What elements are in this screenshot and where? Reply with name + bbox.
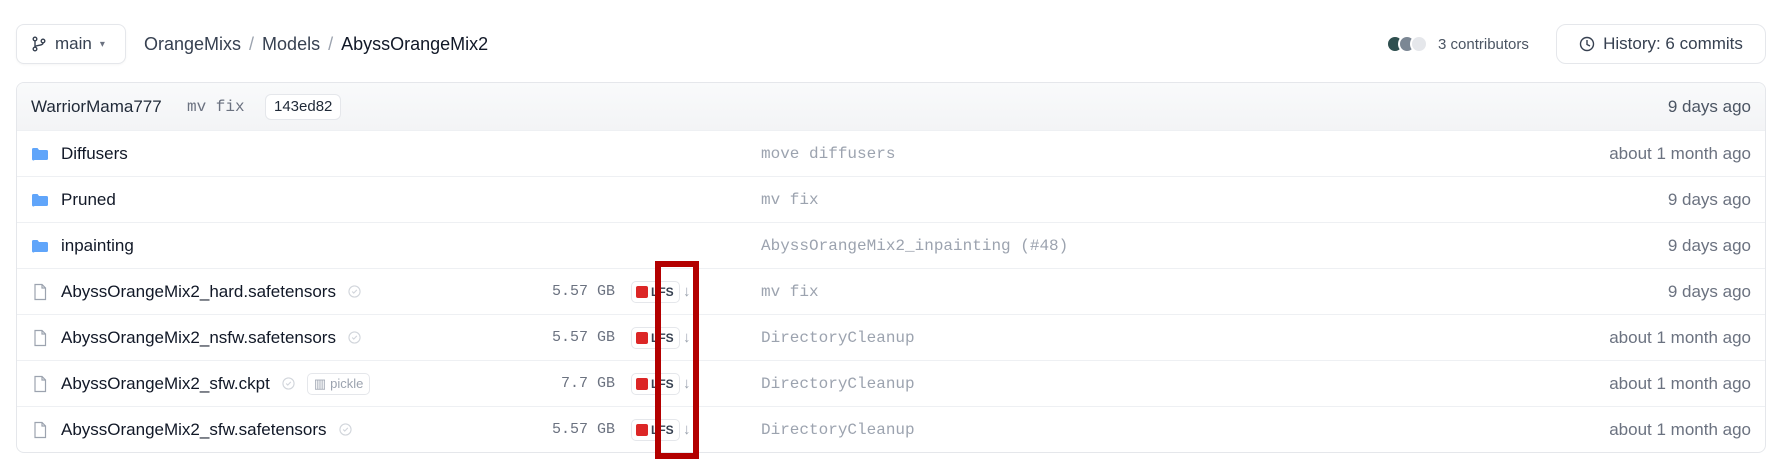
clock-icon [1579,36,1595,52]
lfs-label: LFS [651,284,674,299]
verified-icon [338,423,352,436]
folder-icon [31,193,48,206]
file-name-cell[interactable]: AbyssOrangeMix2_sfw.ckpt ▥ pickle [31,372,371,395]
download-icon[interactable]: ↓ [683,421,691,438]
folder-icon [31,239,48,252]
branch-name: main [55,34,92,53]
file-name: AbyssOrangeMix2_sfw.ckpt [61,373,270,393]
row-time: about 1 month ago [1609,327,1751,347]
file-icon [34,329,47,346]
folder-name: Pruned [61,189,116,209]
lfs-icon [636,331,648,344]
table-row-pruned[interactable]: Pruned mv fix 9 days ago [17,176,1765,222]
commit-time: 9 days ago [1667,96,1751,116]
file-icon [34,421,47,438]
branch-icon [32,36,46,52]
folder-name-cell[interactable]: Diffusers [31,144,128,164]
download-icon[interactable]: ↓ [683,329,691,346]
row-commit-message[interactable]: DirectoryCleanup [761,329,915,347]
contributors-count: 3 contributors [1438,35,1529,53]
file-name-cell[interactable]: AbyssOrangeMix2_nsfw.safetensors [31,328,361,348]
file-table: WarriorMama777 mv fix 143ed82 9 days ago… [16,82,1766,453]
download-icon[interactable]: ↓ [683,283,691,300]
lfs-icon [636,423,648,436]
download-icon[interactable]: ↓ [683,375,691,392]
commit-hash[interactable]: 143ed82 [265,93,342,120]
verified-icon [282,377,295,390]
row-commit-message[interactable]: DirectoryCleanup [761,375,915,393]
table-row-sfw-ckpt[interactable]: AbyssOrangeMix2_sfw.ckpt ▥ pickle 7.7 GB … [17,360,1765,406]
commit-author[interactable]: WarriorMama777 [31,97,162,117]
row-time: about 1 month ago [1609,419,1751,439]
lfs-label: LFS [651,330,674,345]
breadcrumb: OrangeMixs / Models / AbyssOrangeMix2 [144,24,488,64]
folder-name: Diffusers [61,143,128,163]
file-name: AbyssOrangeMix2_sfw.safetensors [61,419,327,439]
verified-icon [348,285,361,298]
lfs-icon [636,285,648,298]
row-time: 9 days ago [1667,189,1751,209]
file-name: AbyssOrangeMix2_nsfw.safetensors [61,327,336,347]
lfs-badge: LFS [631,326,680,349]
file-size: 7.7 GB [560,375,615,392]
row-time: 9 days ago [1667,235,1751,255]
pickle-icon: ▥ [313,375,327,391]
pickle-label: pickle [330,376,364,391]
pickle-badge[interactable]: ▥ pickle [306,372,371,395]
contributor-avatars [1386,35,1428,53]
commit-message[interactable]: mv fix [187,98,245,116]
row-commit-message[interactable]: DirectoryCleanup [761,421,915,439]
table-row-inpainting[interactable]: inpainting AbyssOrangeMix2_inpainting (#… [17,222,1765,268]
row-commit-message[interactable]: AbyssOrangeMix2_inpainting (#48) [761,237,1068,255]
chevron-down-icon: ▾ [99,38,105,50]
breadcrumb-separator: / [249,33,255,54]
file-icon [34,283,47,300]
file-icon [34,375,47,392]
contributors-link[interactable]: 3 contributors [1386,24,1529,64]
table-row-nsfw-safetensors[interactable]: AbyssOrangeMix2_nsfw.safetensors 5.57 GB… [17,314,1765,360]
branch-selector-button[interactable]: main ▾ [16,24,126,64]
row-time: about 1 month ago [1609,143,1751,163]
verified-icon [348,331,361,344]
table-row-hard-safetensors[interactable]: AbyssOrangeMix2_hard.safetensors 5.57 GB… [17,268,1765,314]
repo-topbar: main ▾ OrangeMixs / Models / AbyssOrange… [16,24,1766,64]
breadcrumb-orangemixs[interactable]: OrangeMixs [144,34,241,55]
lfs-badge: LFS [631,372,680,395]
file-name-cell[interactable]: AbyssOrangeMix2_sfw.safetensors [31,420,352,440]
lfs-badge: LFS [631,418,680,441]
row-time: about 1 month ago [1609,373,1751,393]
history-button[interactable]: History: 6 commits [1556,24,1766,64]
row-commit-message[interactable]: mv fix [761,283,819,301]
lfs-icon [636,377,648,390]
row-commit-message[interactable]: move diffusers [761,145,895,163]
file-size: 5.57 GB [551,283,615,300]
file-size: 5.57 GB [551,329,615,346]
file-name: AbyssOrangeMix2_hard.safetensors [61,281,336,301]
avatar [1410,35,1428,53]
folder-name: inpainting [61,235,134,255]
breadcrumb-separator: / [328,33,334,54]
breadcrumb-abyssorangemix2[interactable]: AbyssOrangeMix2 [341,34,488,55]
breadcrumb-models[interactable]: Models [262,34,320,55]
file-size: 5.57 GB [551,421,615,438]
lfs-label: LFS [651,422,674,437]
history-label: History: 6 commits [1603,34,1743,53]
table-row-diffusers[interactable]: Diffusers move diffusers about 1 month a… [17,130,1765,176]
file-name-cell[interactable]: AbyssOrangeMix2_hard.safetensors [31,282,361,302]
table-row-sfw-safetensors[interactable]: AbyssOrangeMix2_sfw.safetensors 5.57 GB … [17,406,1765,452]
row-commit-message[interactable]: mv fix [761,191,819,209]
last-commit-header: WarriorMama777 mv fix 143ed82 9 days ago [17,83,1765,130]
folder-name-cell[interactable]: Pruned [31,190,116,210]
lfs-badge: LFS [631,280,680,303]
lfs-label: LFS [651,376,674,391]
row-time: 9 days ago [1667,281,1751,301]
folder-icon [31,147,48,160]
folder-name-cell[interactable]: inpainting [31,236,134,256]
